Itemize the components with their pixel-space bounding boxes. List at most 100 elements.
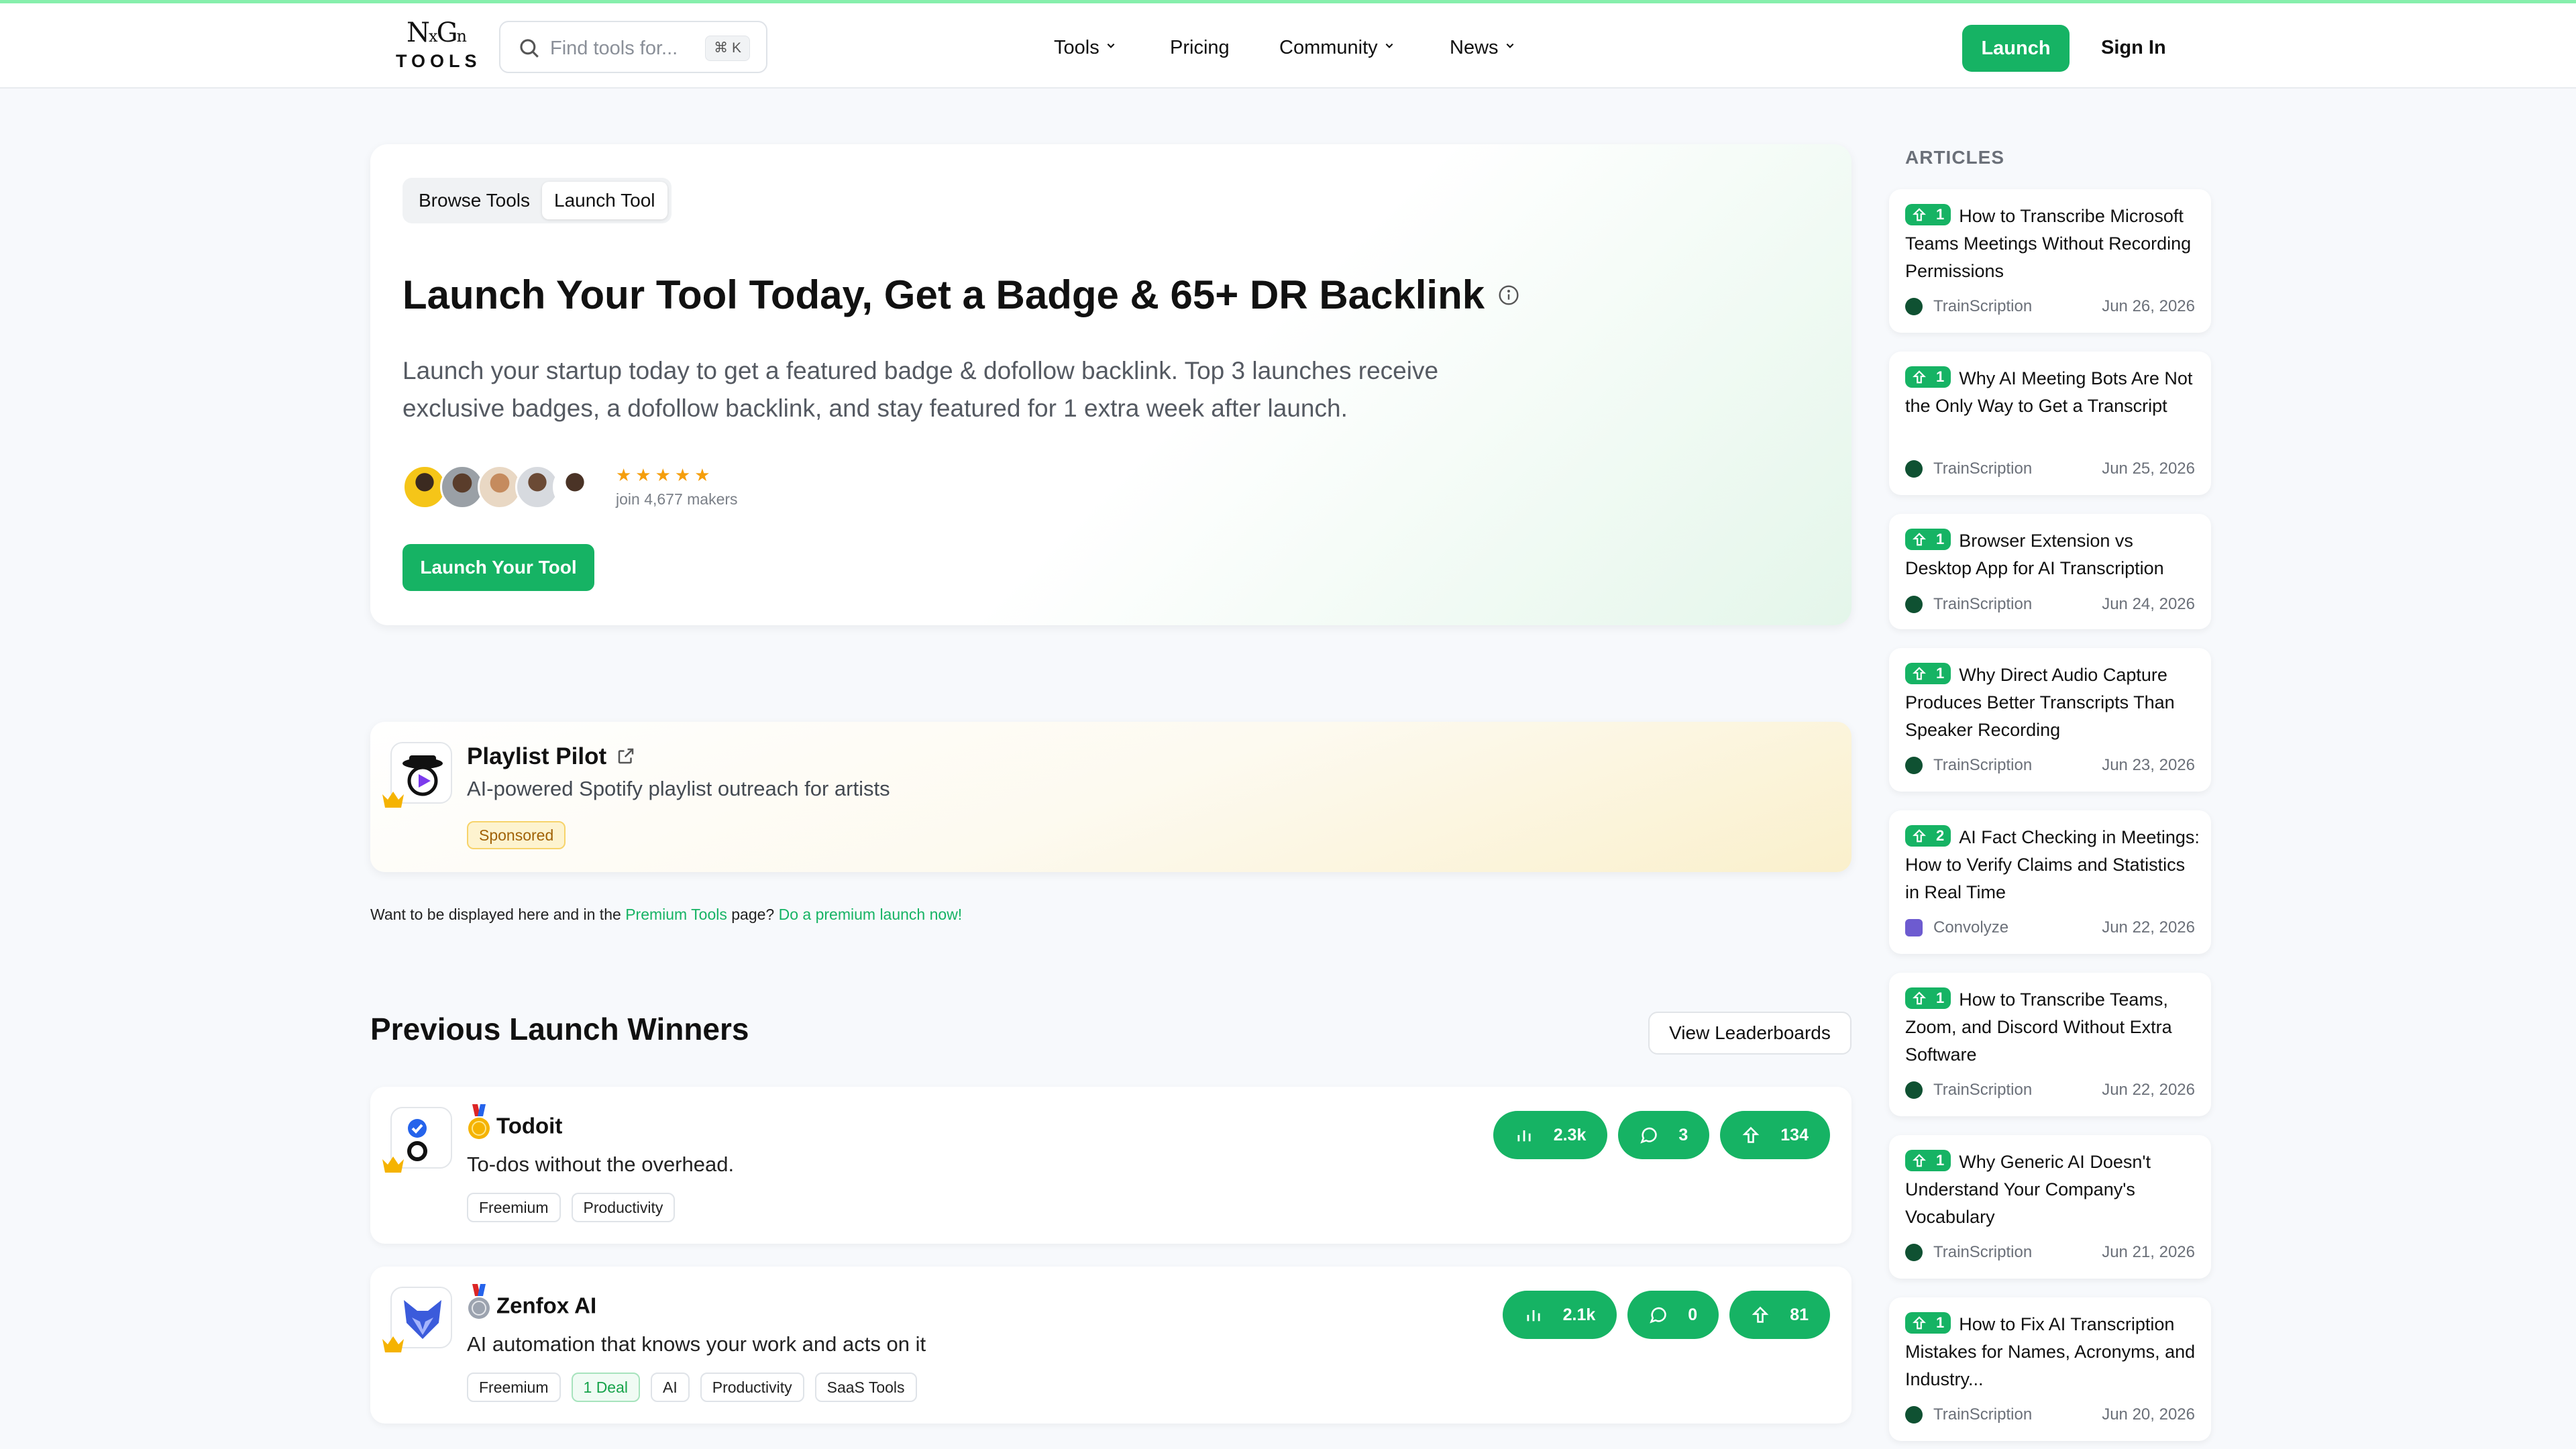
vote-count: 1 — [1936, 989, 1945, 1007]
article-source: TrainScription — [1905, 297, 2032, 317]
hero-tab-switcher: Browse Tools Launch Tool — [402, 178, 672, 223]
tag-productivity[interactable]: Productivity — [700, 1373, 804, 1402]
article-card[interactable]: 1 Why AI Meeting Bots Are Not the Only Wa… — [1889, 352, 2211, 495]
tool-tags: Freemium Productivity — [467, 1193, 676, 1222]
sponsored-badge: Sponsored — [467, 821, 566, 849]
nav-pricing[interactable]: Pricing — [1170, 34, 1230, 61]
trainscription-icon — [1905, 298, 1923, 315]
top-navbar: NxGn TOOLS Find tools for... ⌘ K Tools P… — [0, 3, 2576, 89]
tab-launch-tool[interactable]: Launch Tool — [542, 182, 667, 219]
nav-tools-label: Tools — [1054, 37, 1099, 58]
article-card[interactable]: 2 AI Fact Checking in Meetings: How to Ve… — [1889, 810, 2211, 954]
article-vote-badge[interactable]: 1 — [1905, 528, 1951, 550]
nav-news-label: News — [1450, 37, 1499, 58]
comments-pill[interactable]: 3 — [1618, 1111, 1710, 1159]
article-card[interactable]: 1 Why Generic AI Doesn't Understand Your … — [1889, 1135, 2211, 1279]
tag-saas-tools[interactable]: SaaS Tools — [814, 1373, 917, 1402]
maker-avatars — [402, 465, 604, 512]
premium-tools-link[interactable]: Premium Tools — [625, 906, 727, 923]
tag-productivity[interactable]: Productivity — [571, 1193, 676, 1222]
source-name: TrainScription — [1933, 460, 2033, 478]
nav-news[interactable]: News — [1450, 34, 1515, 61]
article-card[interactable]: 1 How to Fix AI Transcription Mistakes fo… — [1889, 1297, 2211, 1441]
upvote-pill[interactable]: 134 — [1720, 1111, 1830, 1159]
source-name: TrainScription — [1933, 595, 2033, 613]
article-card[interactable]: 1 How to Transcribe Microsoft Teams Meeti… — [1889, 189, 2211, 333]
launch-row-todoit[interactable]: Todoit To-dos without the overhead. Free… — [370, 1087, 1851, 1244]
article-source: TrainScription — [1905, 1242, 2032, 1263]
tab-browse-tools[interactable]: Browse Tools — [407, 182, 542, 219]
vote-count: 1 — [1936, 368, 1945, 386]
article-card[interactable]: 1 Why Direct Audio Capture Produces Bette… — [1889, 648, 2211, 792]
trainscription-icon — [1905, 1081, 1923, 1099]
article-date: Jun 23, 2026 — [2102, 756, 2195, 774]
article-vote-badge[interactable]: 1 — [1905, 203, 1951, 225]
views-pill[interactable]: 2.1k — [1502, 1291, 1617, 1339]
site-logo[interactable]: NxGn TOOLS — [396, 18, 477, 72]
views-count: 2.1k — [1562, 1305, 1596, 1324]
tag-freemium[interactable]: Freemium — [467, 1193, 561, 1222]
article-title: 1 How to Fix AI Transcription Mistakes fo… — [1905, 1311, 2200, 1393]
article-vote-badge[interactable]: 1 — [1905, 662, 1951, 684]
tag-ai[interactable]: AI — [651, 1373, 690, 1402]
upvote-arrow-icon — [1913, 1154, 1926, 1167]
vote-count: 1 — [1936, 1152, 1945, 1169]
tag-freemium[interactable]: Freemium — [467, 1373, 561, 1402]
launch-button[interactable]: Launch — [1962, 25, 2070, 72]
views-pill[interactable]: 2.3k — [1493, 1111, 1608, 1159]
article-source: TrainScription — [1905, 594, 2032, 614]
hero-title-text: Launch Your Tool Today, Get a Badge & 65… — [402, 272, 1485, 317]
sponsored-tool-card[interactable]: Playlist Pilot AI-powered Spotify playli… — [370, 722, 1851, 872]
launch-row-zenfox[interactable]: Zenfox AI AI automation that knows your … — [370, 1267, 1851, 1424]
upvote-pill[interactable]: 81 — [1729, 1291, 1830, 1339]
vote-count: 1 — [1936, 665, 1945, 682]
launch-your-tool-button[interactable]: Launch Your Tool — [402, 544, 594, 591]
previous-winners-heading: Previous Launch Winners — [370, 1012, 749, 1046]
article-vote-badge[interactable]: 1 — [1905, 366, 1951, 388]
article-vote-badge[interactable]: 2 — [1905, 824, 1951, 847]
tool-name[interactable]: Todoit — [467, 1104, 562, 1146]
article-title: 1 Browser Extension vs Desktop App for AI… — [1905, 527, 2200, 582]
upvotes-count: 134 — [1780, 1126, 1809, 1144]
comment-icon — [1640, 1127, 1658, 1144]
nav-tools[interactable]: Tools — [1054, 34, 1116, 61]
upvote-arrow-icon — [1913, 991, 1926, 1005]
view-leaderboards-button[interactable]: View Leaderboards — [1648, 1012, 1851, 1055]
comments-pill[interactable]: 0 — [1627, 1291, 1719, 1339]
article-source: TrainScription — [1905, 755, 2032, 775]
info-icon[interactable] — [1498, 284, 1519, 306]
tool-stats: 2.3k 3 134 — [1493, 1111, 1830, 1159]
comments-count: 0 — [1688, 1305, 1698, 1324]
crown-icon — [382, 1336, 404, 1352]
trainscription-icon — [1905, 757, 1923, 774]
trainscription-icon — [1905, 460, 1923, 478]
sign-in-link[interactable]: Sign In — [2101, 34, 2166, 61]
tag-deal[interactable]: 1 Deal — [571, 1373, 640, 1402]
article-title: 1 How to Transcribe Microsoft Teams Meeti… — [1905, 203, 2200, 285]
search-shortcut-badge: ⌘ K — [705, 36, 750, 61]
upvote-arrow-icon — [1913, 1316, 1926, 1330]
tool-description: To-dos without the overhead. — [467, 1152, 735, 1176]
article-vote-badge[interactable]: 1 — [1905, 1149, 1951, 1171]
tool-name[interactable]: Zenfox AI — [467, 1284, 597, 1326]
source-name: TrainScription — [1933, 1405, 2033, 1424]
upvote-arrow-icon — [1913, 829, 1926, 843]
article-vote-badge[interactable]: 1 — [1905, 1311, 1951, 1334]
upvote-arrow-icon — [1913, 208, 1926, 221]
search-input[interactable]: Find tools for... ⌘ K — [499, 21, 767, 73]
premium-launch-link[interactable]: Do a premium launch now! — [779, 906, 963, 923]
premium-note-middle: page? — [727, 906, 779, 923]
external-link-icon[interactable] — [616, 746, 636, 766]
article-date: Jun 22, 2026 — [2102, 1081, 2195, 1099]
tool-name-text: Zenfox AI — [496, 1293, 597, 1318]
sponsored-tool-name[interactable]: Playlist Pilot — [467, 742, 636, 771]
source-name: TrainScription — [1933, 1243, 2033, 1261]
nav-community[interactable]: Community — [1279, 34, 1394, 61]
trainscription-icon — [1905, 1406, 1923, 1424]
upvote-arrow-icon — [1913, 533, 1926, 546]
vote-count: 1 — [1936, 206, 1945, 223]
article-card[interactable]: 1 Browser Extension vs Desktop App for AI… — [1889, 514, 2211, 629]
article-vote-badge[interactable]: 1 — [1905, 987, 1951, 1009]
article-title: 1 Why AI Meeting Bots Are Not the Only Wa… — [1905, 365, 2200, 420]
article-card[interactable]: 1 How to Transcribe Teams, Zoom, and Disc… — [1889, 973, 2211, 1116]
